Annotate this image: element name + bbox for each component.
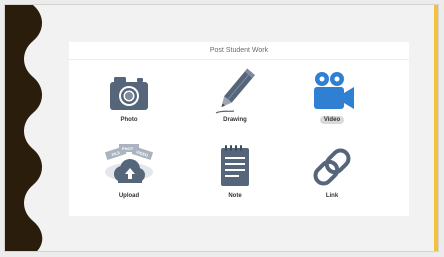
video-camera-icon bbox=[314, 72, 354, 109]
post-student-work-dialog: Post Student Work Photo Drawing Video FI… bbox=[69, 42, 409, 216]
video-option[interactable]: Video bbox=[282, 64, 382, 136]
drawing-label: Drawing bbox=[223, 117, 247, 123]
photo-label: Photo bbox=[120, 117, 138, 123]
scalloped-border bbox=[5, 5, 43, 251]
dialog-title: Post Student Work bbox=[69, 42, 409, 60]
camera-icon bbox=[110, 77, 148, 110]
notepad-icon bbox=[221, 145, 249, 186]
link-label: Link bbox=[325, 193, 339, 199]
chain-link-icon bbox=[313, 148, 351, 186]
note-option[interactable]: Note bbox=[185, 140, 285, 212]
pencil-icon bbox=[215, 68, 255, 114]
video-label: Video bbox=[319, 116, 345, 124]
cloud-upload-icon: FILE PHOTO VIDEO bbox=[104, 144, 154, 183]
link-option[interactable]: Link bbox=[282, 140, 382, 212]
note-label: Note bbox=[228, 193, 242, 199]
upload-label: Upload bbox=[118, 193, 140, 199]
photo-option[interactable]: Photo bbox=[79, 64, 179, 136]
app-frame: Post Student Work Photo Drawing Video FI… bbox=[4, 4, 439, 252]
accent-bar bbox=[434, 5, 438, 251]
upload-option[interactable]: FILE PHOTO VIDEO Upload bbox=[79, 140, 179, 212]
drawing-option[interactable]: Drawing bbox=[185, 64, 285, 136]
